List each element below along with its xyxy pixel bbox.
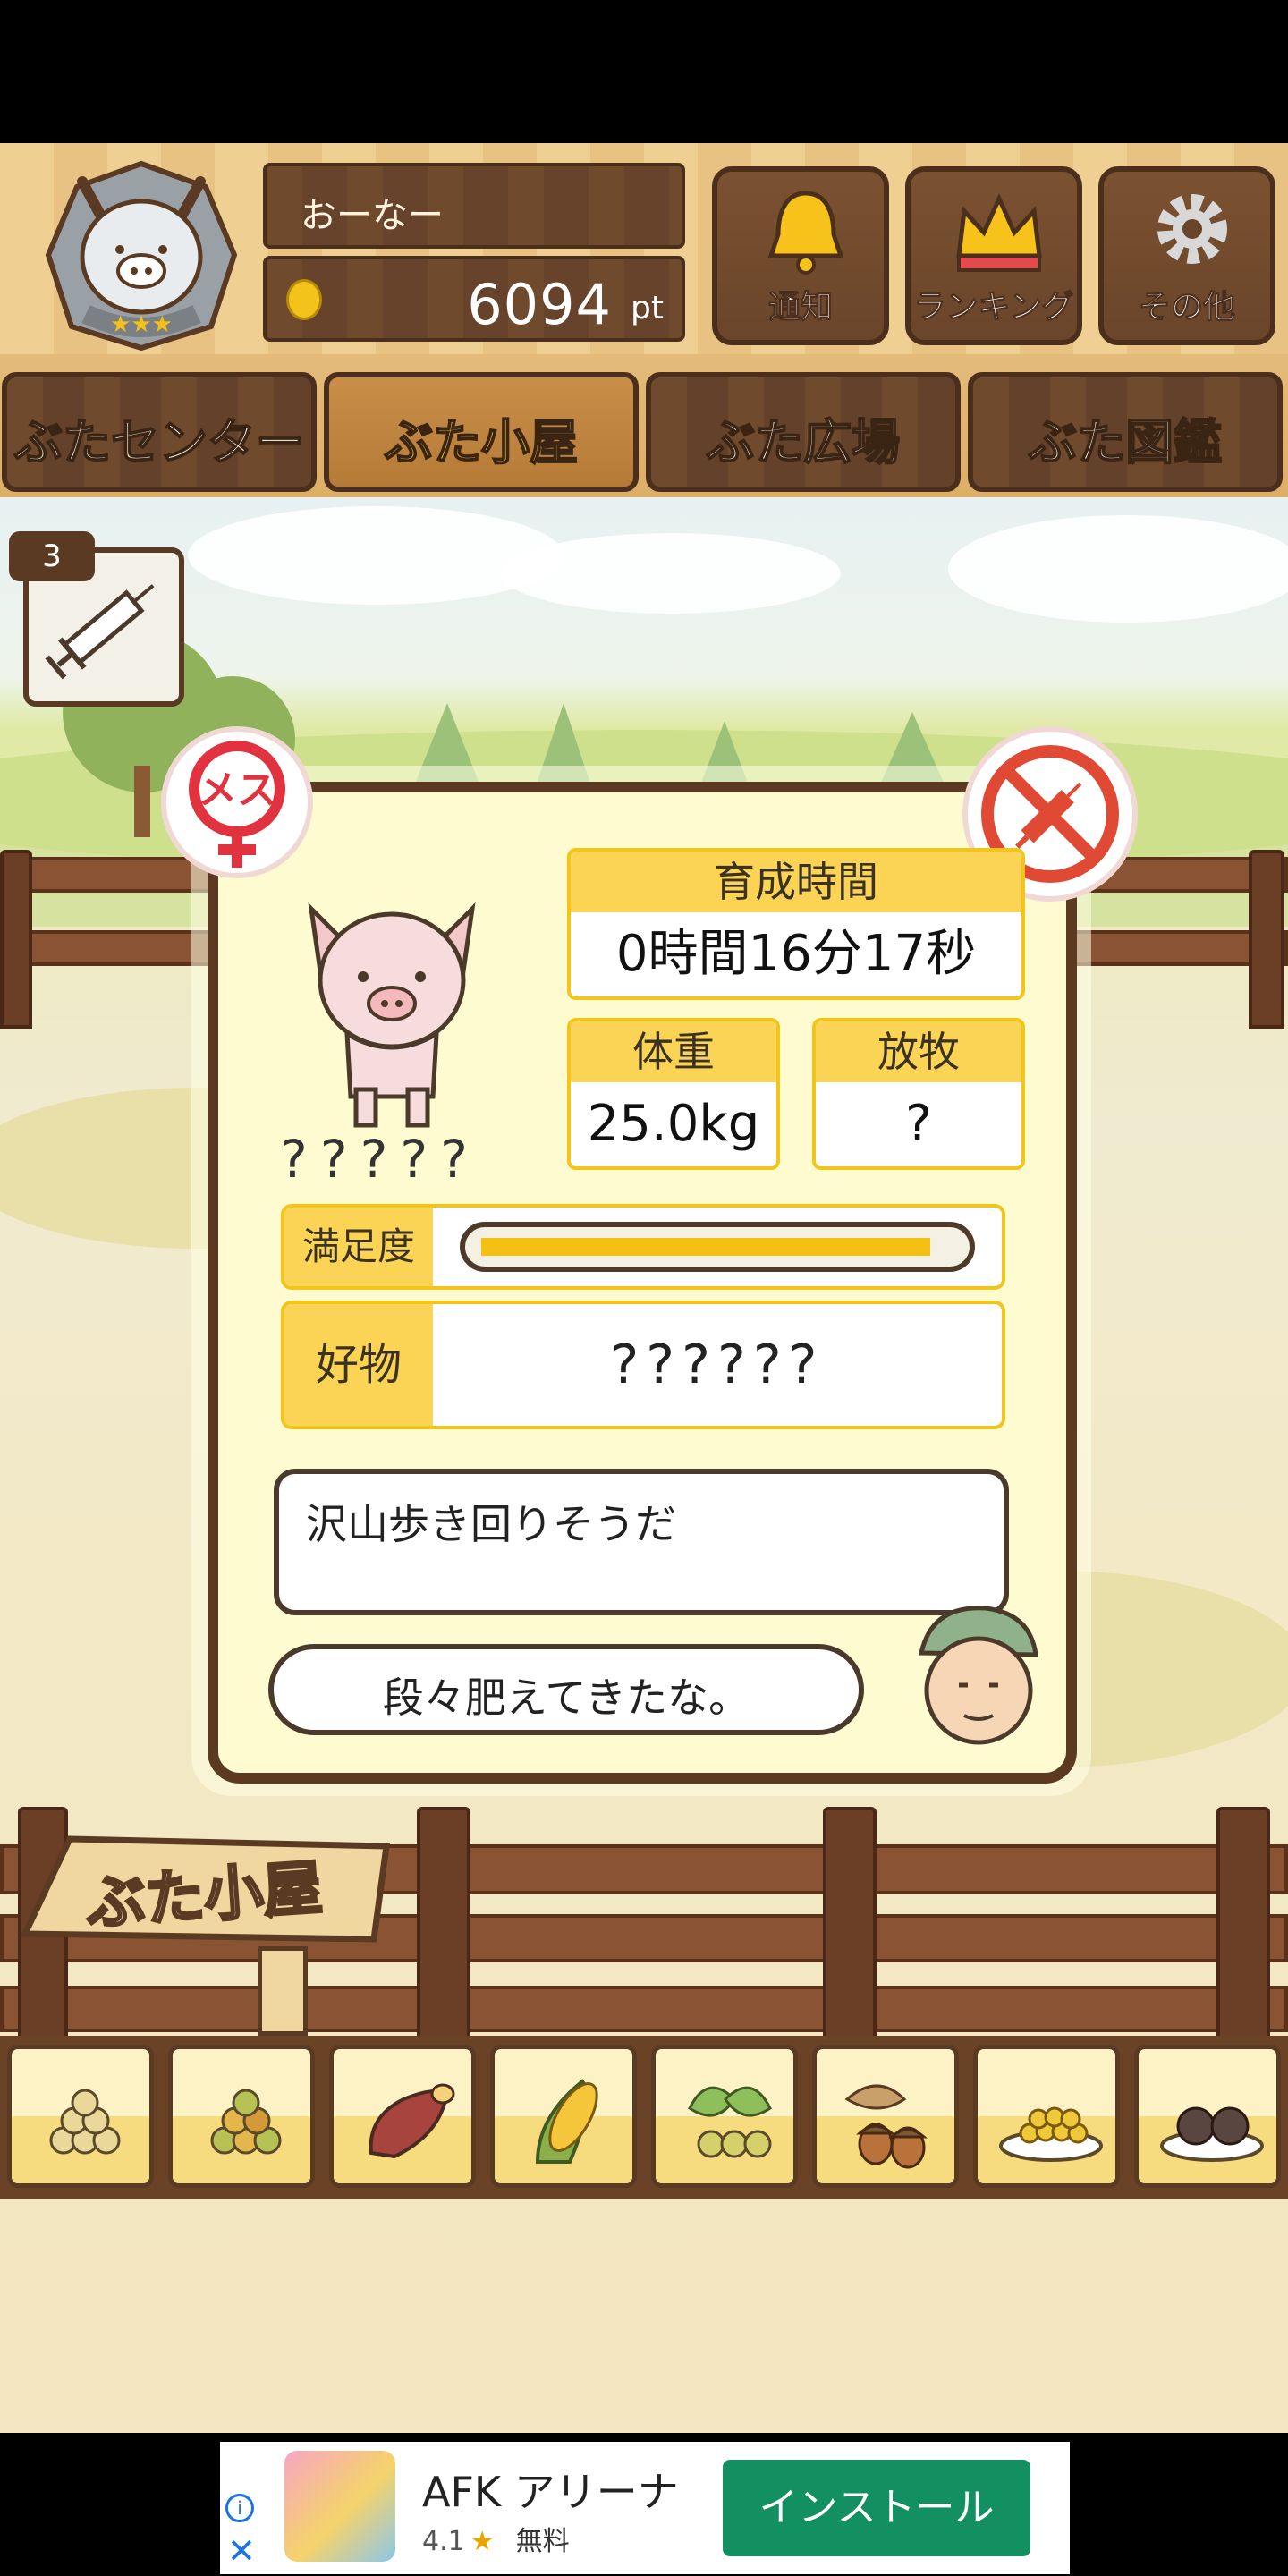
owner-name: おーなー (301, 195, 444, 236)
fence-rail (0, 1986, 1288, 2032)
tab-label: ぶた図鑑 (1028, 413, 1223, 471)
raising-time-value: 0時間16分17秒 (615, 925, 977, 983)
satisfaction-bar-fill (481, 1238, 930, 1256)
grain-plate-icon (999, 2106, 1103, 2162)
tab-buta-hiroba[interactable]: ぶた広場 (646, 372, 961, 492)
food-bar (0, 2036, 1288, 2199)
weight-value: 25.0kg (587, 1095, 760, 1153)
satisfaction-bar (460, 1222, 975, 1272)
weight-box: 体重 25.0kg (567, 1018, 780, 1170)
pig-comment-bubble: 沢山歩き回りそうだ (274, 1469, 1009, 1615)
pig-name: ????? (280, 1129, 480, 1190)
favorite-food-box: 好物 ?????? (281, 1301, 1005, 1429)
ranking-label: ランキング (913, 289, 1074, 326)
favorite-label: 好物 (284, 1304, 433, 1426)
ad-info-icon[interactable]: i (225, 2494, 254, 2522)
notification-label: 通知 (767, 289, 833, 326)
tab-label: ぶた広場 (706, 413, 901, 471)
svg-text:★★★: ★★★ (110, 311, 173, 338)
fence-post (823, 1807, 877, 2039)
pig-illustration[interactable] (284, 891, 499, 1136)
points-value: 6094 (467, 272, 612, 337)
settings-label: その他 (1138, 289, 1235, 326)
food-item-mixed-beans[interactable] (168, 2045, 315, 2188)
syringe-count-badge: 3 (9, 531, 95, 581)
fence-post (417, 1807, 470, 2039)
weight-label: 体重 (571, 1021, 776, 1082)
ad-app-icon (284, 2451, 395, 2562)
favorite-value: ?????? (610, 1334, 825, 1396)
food-item-ginkgo[interactable] (651, 2045, 798, 2188)
female-badge: メス (161, 726, 313, 878)
pig-comment: 沢山歩き回りそうだ (306, 1500, 676, 1548)
food-item-sweet-potato[interactable] (329, 2045, 476, 2188)
bell-icon (767, 191, 844, 275)
ad-rating: 4.1 (422, 2526, 465, 2557)
raising-time-label: 育成時間 (571, 852, 1021, 912)
settings-button[interactable]: その他 (1098, 166, 1275, 345)
grazing-label: 放牧 (816, 1021, 1021, 1082)
female-symbol-icon: メス (189, 741, 285, 868)
fence-post (1216, 1807, 1270, 2039)
ad-title: AFK アリーナ (422, 2468, 679, 2516)
points-bar: 6094 pt (263, 256, 685, 342)
sweet-potato-icon (369, 2083, 455, 2159)
food-item-grain-plate[interactable] (973, 2045, 1120, 2188)
points-unit: pt (631, 290, 664, 326)
sex-label: メス (198, 767, 276, 813)
tab-buta-goya[interactable]: ぶた小屋 (324, 372, 639, 492)
ad-banner[interactable]: i ✕ AFK アリーナ 4.1 ★ 無料 インストール (220, 2442, 1070, 2574)
ad-install-button[interactable]: インストール (723, 2460, 1030, 2556)
grazing-box: 放牧 ? (812, 1018, 1025, 1170)
ad-price: 無料 (515, 2526, 570, 2557)
raising-time-box: 育成時間 0時間16分17秒 (567, 848, 1025, 1000)
gear-icon (1157, 194, 1227, 264)
profile-avatar[interactable]: ★★★ (36, 157, 247, 353)
tab-buta-zukan[interactable]: ぶた図鑑 (968, 372, 1283, 492)
farmer-comment: 段々肥えてきたな。 (382, 1674, 750, 1722)
food-item-acorns[interactable] (812, 2045, 959, 2188)
owner-name-bar: おーなー (263, 163, 685, 249)
fence-post (0, 850, 32, 1029)
tab-label: ぶた小屋 (384, 413, 579, 471)
coin-icon (286, 279, 322, 320)
grazing-value: ? (905, 1095, 932, 1153)
farmer-avatar (896, 1596, 1048, 1751)
soybeans-icon (49, 2089, 121, 2155)
ad-close-icon[interactable]: ✕ (227, 2531, 256, 2571)
ginkgo-icon (688, 2086, 772, 2158)
farmer-comment-bubble: 段々肥えてきたな。 (268, 1644, 864, 1735)
fence-post (1249, 850, 1284, 1029)
crown-icon (956, 192, 1042, 272)
signboard-post (258, 1946, 308, 2036)
area-signboard: ぶた小屋 (16, 1830, 392, 1946)
food-item-truffles[interactable] (1134, 2045, 1281, 2188)
screen: ★★★ おーなー 6094 pt 通知 ランキング その他 ぶたセンター ぶた小… (0, 0, 1288, 2576)
satisfaction-label: 満足度 (284, 1208, 433, 1286)
corn-icon (535, 2079, 598, 2164)
mixed-beans-icon (210, 2089, 282, 2155)
ad-rating-line: 4.1 ★ 無料 (422, 2519, 570, 2558)
satisfaction-box: 満足度 (281, 1204, 1005, 1290)
tab-label: ぶたセンター (13, 413, 305, 471)
food-item-soybeans[interactable] (7, 2045, 154, 2188)
notification-button[interactable]: 通知 (712, 166, 889, 345)
tab-buta-center[interactable]: ぶたセンター (2, 372, 317, 492)
truffle-icon (1160, 2106, 1264, 2162)
ranking-button[interactable]: ランキング (905, 166, 1082, 345)
food-item-corn[interactable] (490, 2045, 637, 2188)
acorn-icon (844, 2084, 928, 2169)
star-icon: ★ (470, 2526, 495, 2557)
